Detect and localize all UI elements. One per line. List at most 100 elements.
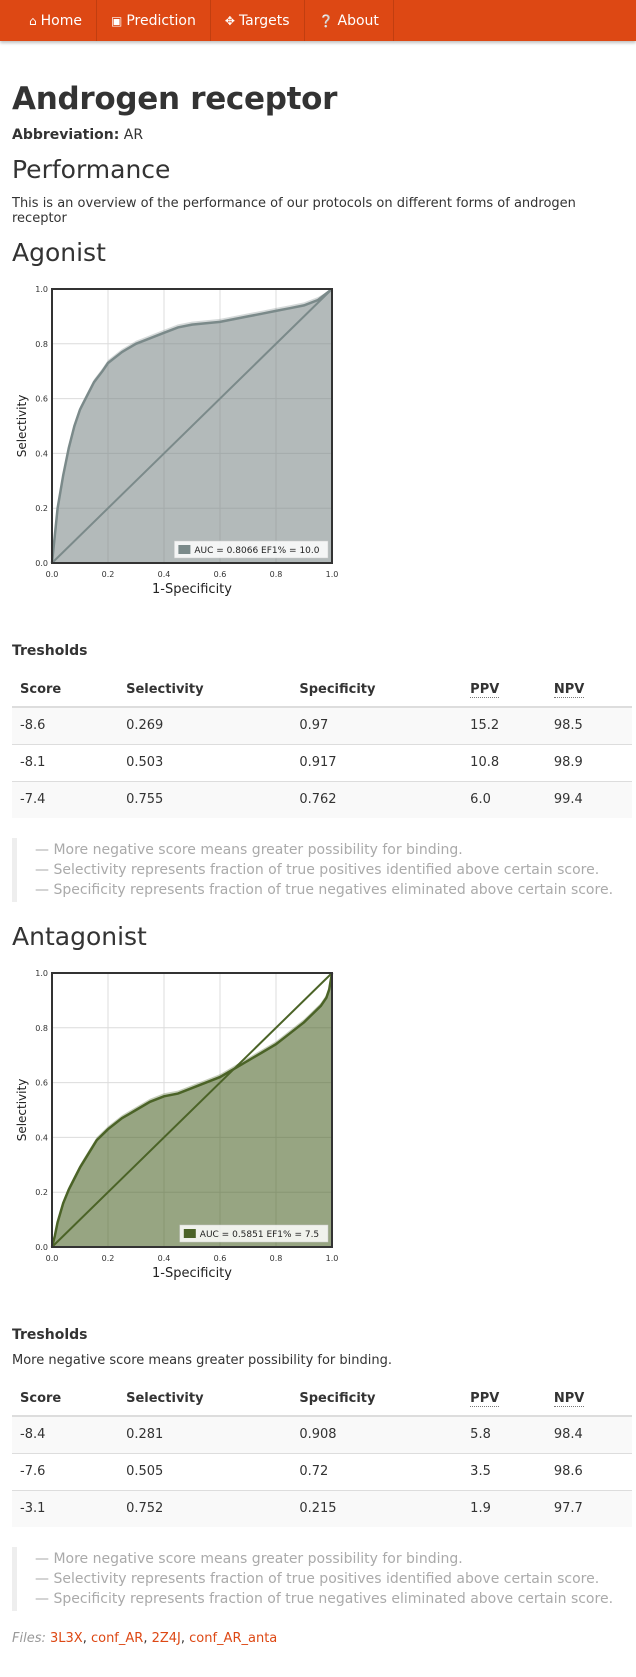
ppv-abbr: PPV: [470, 1391, 500, 1407]
abbreviation-label: Abbreviation:: [12, 127, 120, 143]
roc-point: [135, 1109, 137, 1111]
cell-npv: 98.4: [545, 1415, 632, 1453]
roc-point: [54, 534, 56, 537]
legend-swatch: [178, 545, 191, 554]
roc-point: [107, 362, 109, 364]
roc-point: [84, 397, 87, 400]
npv-abbr: NPV: [553, 1391, 585, 1407]
note-selectivity: — Selectivity represents fraction of tru…: [35, 1571, 600, 1587]
roc-point: [107, 1128, 109, 1130]
cell-score: -8.4: [12, 1415, 119, 1453]
cell-specificity: 0.97: [291, 706, 463, 744]
nav-targets[interactable]: ✥ Targets: [211, 0, 305, 41]
roc-point: [56, 507, 59, 509]
roc-point: [191, 323, 193, 326]
roc-point: [68, 447, 70, 449]
home-icon: ⌂: [29, 13, 37, 28]
roc-point: [219, 1076, 221, 1078]
camera-icon: ▣: [110, 13, 123, 28]
col-selectivity: Selectivity: [118, 1382, 292, 1417]
nav-home[interactable]: ⌂ Home: [15, 0, 97, 41]
y-tick-label: 0.8: [35, 1024, 48, 1033]
antagonist-heading: Antagonist: [12, 922, 147, 951]
legend-swatch: [183, 1229, 196, 1238]
page-title: Androgen receptor: [12, 81, 338, 117]
files-label: Files:: [12, 1631, 46, 1646]
x-tick-label: 0.6: [214, 1254, 227, 1263]
table-row: -8.4 0.281 0.908 5.8 98.4: [12, 1415, 632, 1453]
cell-selectivity: 0.503: [118, 743, 292, 781]
abbreviation-value: AR: [123, 127, 144, 143]
x-tick-label: 0.4: [158, 1254, 171, 1263]
x-axis-label: 1-Specificity: [152, 1266, 232, 1281]
y-tick-label: 0.2: [35, 504, 48, 513]
cell-selectivity: 0.755: [118, 780, 292, 818]
file-link-conf-ar[interactable]: conf_AR: [91, 1631, 143, 1646]
antagonist-thresholds-desc: More negative score means greater possib…: [12, 1353, 393, 1368]
nav-prediction[interactable]: ▣ Prediction: [97, 0, 211, 41]
roc-point: [261, 1051, 263, 1054]
file-link-2z4j[interactable]: 2Z4J: [152, 1631, 181, 1646]
roc-point: [289, 307, 291, 309]
note-specificity: — Specificity represents fraction of tru…: [35, 882, 614, 898]
cell-npv: 98.5: [545, 706, 632, 744]
antagonist-thresholds-table: Score Selectivity Specificity PPV NPV -8…: [12, 1382, 632, 1527]
table-row: -3.1 0.752 0.215 1.9 97.7: [12, 1489, 632, 1527]
table-row: -7.6 0.505 0.72 3.5 98.6: [12, 1452, 632, 1490]
y-tick-label: 0.0: [35, 1243, 48, 1252]
roc-point: [247, 315, 249, 318]
cell-specificity: 0.762: [291, 780, 463, 818]
top-navbar: ⌂ Home ▣ Prediction ✥ Targets ❔ About: [0, 0, 636, 41]
roc-point: [205, 322, 207, 325]
col-specificity: Specificity: [291, 673, 463, 708]
agonist-roc-svg: 0.0 0.0 0.2 0.2 0.4 0.4 0.6 0.6 0.8 0.8 1.0 1.0 1-Sp…: [15, 285, 338, 597]
table-row: -8.6 0.269 0.97 15.2 98.5: [12, 706, 632, 744]
y-tick-label: 0.2: [35, 1188, 48, 1197]
crosshair-icon: ✥: [224, 13, 235, 28]
note-negative-score: — More negative score means greater poss…: [35, 1551, 463, 1567]
col-score: Score: [12, 1382, 119, 1417]
roc-point: [261, 312, 263, 315]
note-negative-score: — More negative score means greater poss…: [35, 842, 463, 858]
roc-point: [289, 1032, 291, 1035]
file-link-3l3x[interactable]: 3L3X: [50, 1631, 83, 1646]
x-axis-label: 1-Specificity: [152, 582, 232, 597]
roc-point: [87, 1153, 90, 1155]
cell-selectivity: 0.281: [118, 1415, 292, 1453]
y-axis-label: Selectivity: [15, 395, 29, 458]
x-tick-label: 0.4: [158, 570, 171, 579]
ppv-abbr: PPV: [470, 682, 500, 698]
agonist-heading: Agonist: [12, 238, 106, 267]
cell-npv: 97.7: [545, 1489, 632, 1527]
legend-label: AUC = 0.5851 EF1% = 7.5: [200, 1230, 319, 1240]
question-circle-icon: ❔: [318, 13, 334, 28]
y-tick-label: 0.6: [35, 395, 48, 404]
roc-point: [56, 1221, 59, 1224]
roc-point: [219, 321, 221, 323]
abbreviation: Abbreviation: AR: [12, 127, 624, 143]
y-axis-label: Selectivity: [15, 1079, 29, 1142]
cell-npv: 98.6: [545, 1452, 632, 1490]
roc-point: [317, 299, 319, 301]
col-specificity: Specificity: [291, 1382, 463, 1417]
nav-home-label: Home: [40, 12, 82, 29]
x-tick-label: 0.6: [214, 570, 227, 579]
roc-point: [101, 370, 104, 372]
roc-point: [163, 332, 165, 334]
y-tick-label: 1.0: [35, 285, 48, 294]
cell-score: -3.1: [12, 1489, 119, 1527]
npv-abbr: NPV: [553, 682, 585, 698]
files-list: Files: 3L3X, conf_AR, 2Z4J, conf_AR_anta: [12, 1631, 278, 1646]
file-link-conf-ar-anta[interactable]: conf_AR_anta: [189, 1631, 277, 1646]
roc-point: [93, 381, 95, 383]
nav-about[interactable]: ❔ About: [305, 0, 394, 41]
cell-score: -8.1: [12, 743, 119, 781]
cell-selectivity: 0.505: [118, 1452, 292, 1490]
roc-point: [121, 351, 123, 353]
cell-selectivity: 0.752: [118, 1489, 292, 1527]
roc-point: [325, 996, 328, 999]
cell-ppv: 15.2: [462, 706, 546, 744]
roc-point: [121, 1117, 123, 1120]
roc-point: [62, 474, 64, 477]
roc-point: [247, 1059, 249, 1062]
